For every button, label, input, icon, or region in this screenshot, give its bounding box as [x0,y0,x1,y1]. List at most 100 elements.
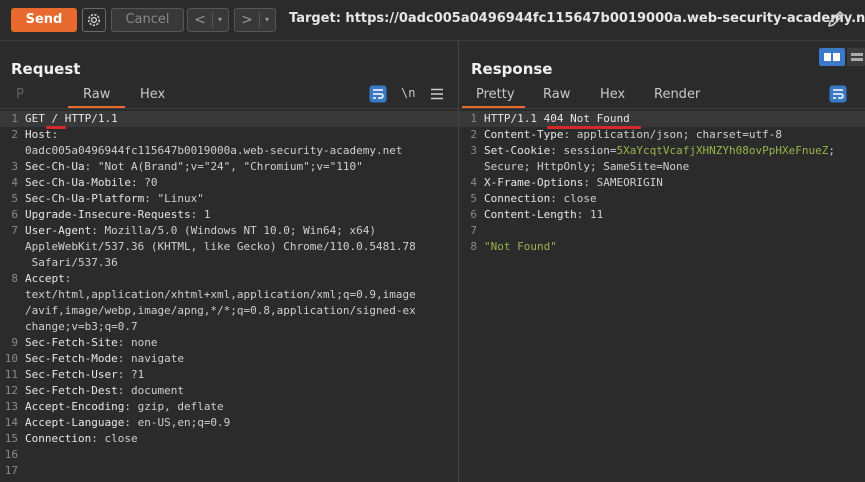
header-value: : "Linux" [144,192,204,205]
line-number: 3 [470,144,477,157]
code-text: HTTP/1.1 404 Not Found [484,111,630,127]
split-view-icon[interactable] [819,48,865,66]
code-text: User-Agent: Mozilla/5.0 (Windows NT 10.0… [25,223,376,239]
send-button[interactable]: Send [11,8,77,32]
annotation-underline [547,126,641,129]
request-editor[interactable]: 1 GET / HTTP/1.1 2 Host: 0adc005a0496944fc11… [0,108,458,482]
header-value: 0adc005a0496944fc115647b0019000a.web-sec… [25,144,403,157]
header-value: : "Not A(Brand";v="24", "Chromium";v="11… [84,160,363,173]
gear-icon [87,13,101,27]
tab-pretty[interactable]: Pretty [476,87,515,102]
line-number: 5 [470,192,477,205]
response-tabs: Pretty Raw Hex Render [459,85,865,108]
line-number: 6 [11,208,18,221]
code-text: Accept: [25,271,71,287]
code-text: Safari/537.36 [25,255,118,271]
line-number: 1 [470,112,477,125]
code-text: Set-Cookie: session=5XaYcqtVcafjXHNZYh08… [484,143,835,159]
line-number: 8 [11,272,18,285]
header-value: : en-US,en;q=0.9 [124,416,231,429]
code-line: 4 Sec-Ch-Ua-Mobile: ?0 [0,175,458,191]
wrap-lines-icon[interactable] [829,85,847,103]
response-editor[interactable]: 1 HTTP/1.1 404 Not Found 2 Content-Type: ap… [459,108,865,482]
header-name: Sec-Fetch-User [25,368,118,381]
line-number: 4 [11,176,18,189]
header-value: : [51,128,59,141]
header-value: : SAMEORIGIN [583,176,663,189]
header-value: change;v=b3;q=0.7 [25,320,138,333]
header-name: GET / HTTP/1.1 [25,112,118,125]
line-number: 6 [470,208,477,221]
tab-pretty-truncated[interactable]: P [16,87,24,102]
forward-button[interactable]: > [235,9,259,31]
back-history-dropdown[interactable]: ▾ [214,9,226,31]
line-number: 5 [11,192,18,205]
value-tail: ; [828,144,836,157]
header-name: Accept-Language [25,416,125,429]
code-line: 6 Upgrade-Insecure-Requests: 1 [0,207,458,223]
code-line: 1 HTTP/1.1 404 Not Found [459,111,865,127]
code-text: X-Frame-Options: SAMEORIGIN [484,175,663,191]
highlighted-value: 5XaYcqtVcafjXHNZYh08ovPpHXeFnueZ [616,144,829,157]
pencil-icon[interactable] [826,9,846,29]
forward-history-dropdown[interactable]: ▾ [261,9,273,31]
header-value: : document [117,384,184,397]
toolbar: Send Cancel < ▾ > ▾ Target: https://0adc… [0,0,865,41]
back-button[interactable]: < [188,9,212,31]
highlighted-value: "Not Found" [484,240,557,253]
header-name: X-Frame-Options [484,176,584,189]
code-text: AppleWebKit/537.36 (KHTML, like Gecko) C… [25,239,416,255]
code-line: 7 [459,223,865,239]
code-text: Content-Length: 11 [484,207,603,223]
code-text: /avif,image/webp,image/apng,*/*;q=0.8,ap… [25,303,416,319]
tab-raw[interactable]: Raw [543,87,570,102]
tab-render[interactable]: Render [654,87,700,102]
code-text: Connection: close [484,191,597,207]
target-url: Target: https://0adc005a0496944fc115647b… [289,11,865,26]
code-line: 15 Connection: close [0,431,458,447]
header-value: text/html,application/xhtml+xml,applicat… [25,288,416,301]
wrap-lines-icon[interactable] [369,85,387,103]
code-line: 16 [0,447,458,463]
line-number: 14 [4,416,18,429]
header-name: Sec-Fetch-Dest [25,384,118,397]
settings-button[interactable] [82,8,106,32]
divider [212,12,213,28]
tab-raw[interactable]: Raw [83,87,110,102]
layout-toggle[interactable] [819,48,865,66]
divider [259,12,260,28]
header-name: Sec-Fetch-Mode [25,352,118,365]
newline-toggle[interactable]: \n [401,86,415,100]
header-value: : close [91,432,138,445]
tab-hex[interactable]: Hex [140,87,165,102]
menu-icon[interactable] [430,88,444,100]
header-value: /avif,image/webp,image/apng,*/*;q=0.8,ap… [25,304,416,317]
code-line: text/html,application/xhtml+xml,applicat… [0,287,458,303]
header-value: : none [117,336,158,349]
header-name: Host [25,128,52,141]
code-line: /avif,image/webp,image/apng,*/*;q=0.8,ap… [0,303,458,319]
code-line: Safari/537.36 [0,255,458,271]
header-value: : 11 [576,208,604,221]
tab-hex[interactable]: Hex [600,87,625,102]
line-number: 1 [11,112,18,125]
header-value: : navigate [117,352,184,365]
header-name: Sec-Ch-Ua-Platform [25,192,145,205]
cancel-button[interactable]: Cancel [111,8,184,32]
code-line: 8 "Not Found" [459,239,865,255]
back-nav-group: < ▾ [187,8,229,32]
line-number: 2 [11,128,18,141]
code-line: 11 Sec-Fetch-User: ?1 [0,367,458,383]
line-number: 11 [4,368,18,381]
request-tabs: P Raw Hex \n [0,85,458,108]
line-number: 4 [470,176,477,189]
code-text: Secure; HttpOnly; SameSite=None [484,159,689,175]
code-line: 12 Sec-Fetch-Dest: document [0,383,458,399]
code-text: "Not Found" [484,239,557,255]
header-value: : application/json; charset=utf-8 [563,128,783,141]
header-value: : Mozilla/5.0 (Windows NT 10.0; Win64; x… [91,224,377,237]
header-value: : ?0 [130,176,158,189]
code-text: Sec-Ch-Ua: "Not A(Brand";v="24", "Chromi… [25,159,363,175]
code-text: Upgrade-Insecure-Requests: 1 [25,207,210,223]
line-number: 16 [4,448,18,461]
